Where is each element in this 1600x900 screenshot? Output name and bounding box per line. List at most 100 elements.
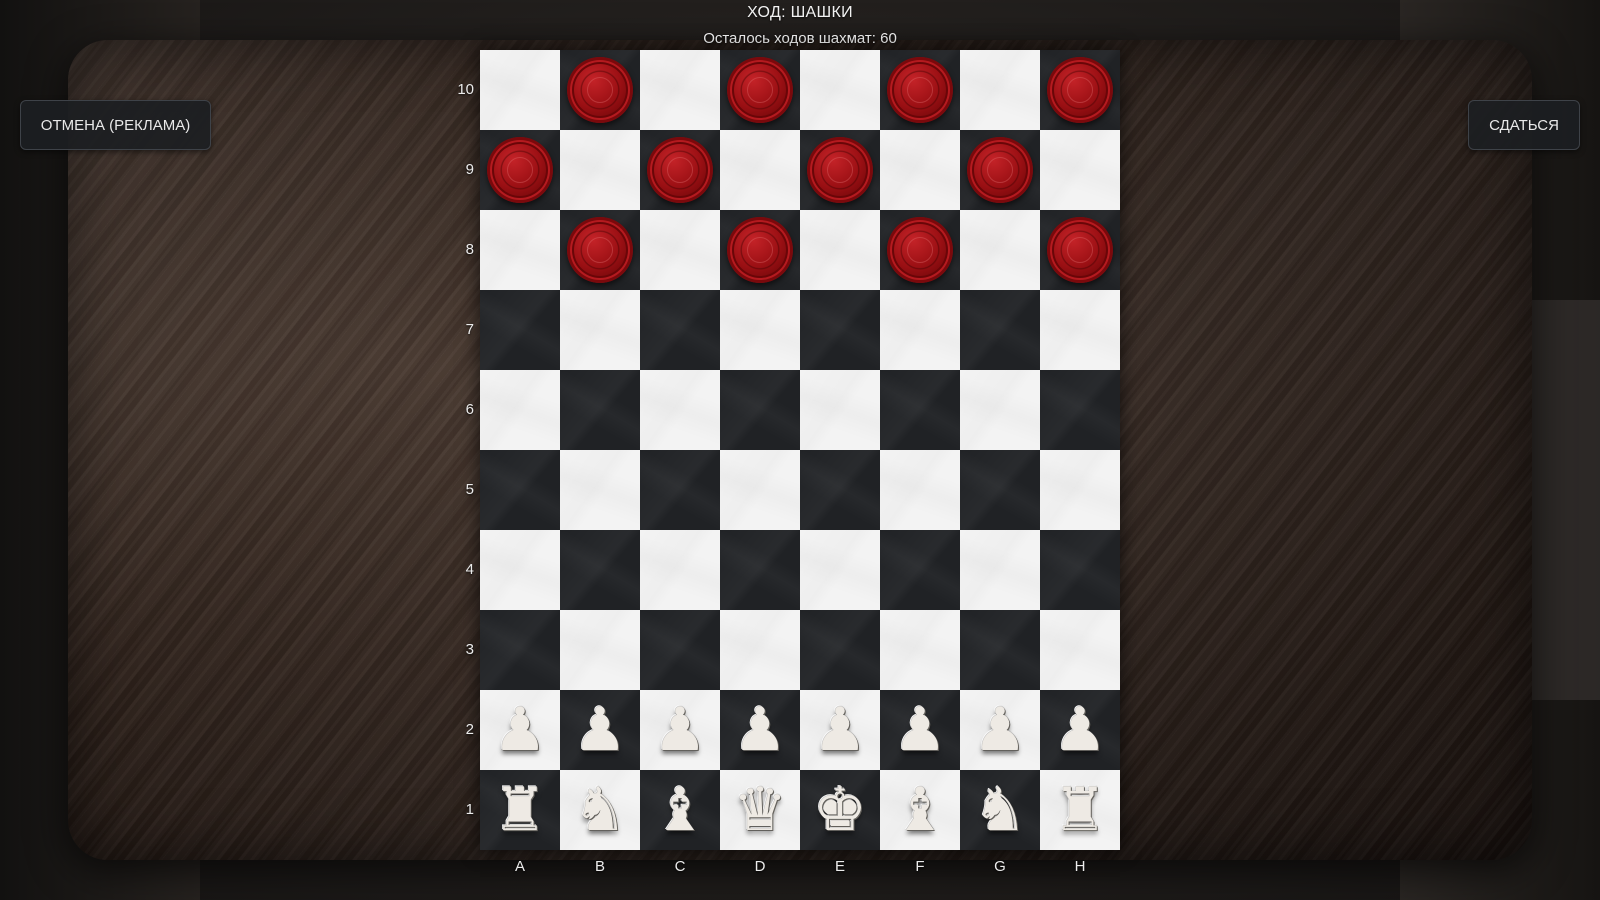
white-pawn[interactable]: ♟ bbox=[493, 700, 547, 760]
square-h5[interactable] bbox=[1040, 450, 1120, 530]
square-h9[interactable] bbox=[1040, 130, 1120, 210]
square-c10[interactable] bbox=[640, 50, 720, 130]
square-h2[interactable]: ♟ bbox=[1040, 690, 1120, 770]
square-a6[interactable] bbox=[480, 370, 560, 450]
square-g4[interactable] bbox=[960, 530, 1040, 610]
square-d9[interactable] bbox=[720, 130, 800, 210]
square-b3[interactable] bbox=[560, 610, 640, 690]
square-e10[interactable] bbox=[800, 50, 880, 130]
red-checker[interactable] bbox=[967, 137, 1033, 203]
square-g9[interactable] bbox=[960, 130, 1040, 210]
square-d8[interactable] bbox=[720, 210, 800, 290]
square-g6[interactable] bbox=[960, 370, 1040, 450]
square-d4[interactable] bbox=[720, 530, 800, 610]
square-e2[interactable]: ♟ bbox=[800, 690, 880, 770]
square-h8[interactable] bbox=[1040, 210, 1120, 290]
square-a7[interactable] bbox=[480, 290, 560, 370]
square-c8[interactable] bbox=[640, 210, 720, 290]
square-c1[interactable]: ♝ bbox=[640, 770, 720, 850]
square-h4[interactable] bbox=[1040, 530, 1120, 610]
white-rook[interactable]: ♜ bbox=[1053, 780, 1107, 840]
square-b5[interactable] bbox=[560, 450, 640, 530]
square-b1[interactable]: ♞ bbox=[560, 770, 640, 850]
square-f8[interactable] bbox=[880, 210, 960, 290]
square-c7[interactable] bbox=[640, 290, 720, 370]
square-e7[interactable] bbox=[800, 290, 880, 370]
red-checker[interactable] bbox=[1047, 217, 1113, 283]
square-a8[interactable] bbox=[480, 210, 560, 290]
square-a1[interactable]: ♜ bbox=[480, 770, 560, 850]
square-a2[interactable]: ♟ bbox=[480, 690, 560, 770]
game-board[interactable]: ♟ ♟ ♟ ♟ ♟ ♟ ♟ ♟ ♜ ♞ ♝ ♛ ♚ ♝ ♞ ♜ bbox=[480, 50, 1120, 850]
undo-ad-button[interactable]: ОТМЕНА (РЕКЛАМА) bbox=[20, 100, 211, 150]
white-pawn[interactable]: ♟ bbox=[733, 700, 787, 760]
square-f3[interactable] bbox=[880, 610, 960, 690]
square-g8[interactable] bbox=[960, 210, 1040, 290]
square-d6[interactable] bbox=[720, 370, 800, 450]
white-knight[interactable]: ♞ bbox=[573, 780, 627, 840]
square-d7[interactable] bbox=[720, 290, 800, 370]
red-checker[interactable] bbox=[807, 137, 873, 203]
square-h1[interactable]: ♜ bbox=[1040, 770, 1120, 850]
square-e9[interactable] bbox=[800, 130, 880, 210]
square-d5[interactable] bbox=[720, 450, 800, 530]
square-f9[interactable] bbox=[880, 130, 960, 210]
square-f10[interactable] bbox=[880, 50, 960, 130]
white-pawn[interactable]: ♟ bbox=[973, 700, 1027, 760]
red-checker[interactable] bbox=[567, 57, 633, 123]
square-e4[interactable] bbox=[800, 530, 880, 610]
square-h3[interactable] bbox=[1040, 610, 1120, 690]
square-d2[interactable]: ♟ bbox=[720, 690, 800, 770]
red-checker[interactable] bbox=[1047, 57, 1113, 123]
square-c3[interactable] bbox=[640, 610, 720, 690]
white-pawn[interactable]: ♟ bbox=[1053, 700, 1107, 760]
square-e1[interactable]: ♚ bbox=[800, 770, 880, 850]
red-checker[interactable] bbox=[727, 57, 793, 123]
square-f5[interactable] bbox=[880, 450, 960, 530]
square-e5[interactable] bbox=[800, 450, 880, 530]
square-b2[interactable]: ♟ bbox=[560, 690, 640, 770]
resign-button[interactable]: СДАТЬСЯ bbox=[1468, 100, 1580, 150]
square-b7[interactable] bbox=[560, 290, 640, 370]
square-c5[interactable] bbox=[640, 450, 720, 530]
square-h7[interactable] bbox=[1040, 290, 1120, 370]
square-c4[interactable] bbox=[640, 530, 720, 610]
square-d1[interactable]: ♛ bbox=[720, 770, 800, 850]
white-knight[interactable]: ♞ bbox=[973, 780, 1027, 840]
red-checker[interactable] bbox=[647, 137, 713, 203]
red-checker[interactable] bbox=[887, 217, 953, 283]
white-pawn[interactable]: ♟ bbox=[653, 700, 707, 760]
square-a9[interactable] bbox=[480, 130, 560, 210]
red-checker[interactable] bbox=[487, 137, 553, 203]
square-f4[interactable] bbox=[880, 530, 960, 610]
square-b9[interactable] bbox=[560, 130, 640, 210]
square-g5[interactable] bbox=[960, 450, 1040, 530]
square-c6[interactable] bbox=[640, 370, 720, 450]
square-g2[interactable]: ♟ bbox=[960, 690, 1040, 770]
white-rook[interactable]: ♜ bbox=[493, 780, 547, 840]
square-b6[interactable] bbox=[560, 370, 640, 450]
square-e6[interactable] bbox=[800, 370, 880, 450]
square-g1[interactable]: ♞ bbox=[960, 770, 1040, 850]
square-b10[interactable] bbox=[560, 50, 640, 130]
square-g7[interactable] bbox=[960, 290, 1040, 370]
square-a4[interactable] bbox=[480, 530, 560, 610]
square-f7[interactable] bbox=[880, 290, 960, 370]
red-checker[interactable] bbox=[887, 57, 953, 123]
square-h6[interactable] bbox=[1040, 370, 1120, 450]
red-checker[interactable] bbox=[567, 217, 633, 283]
square-d10[interactable] bbox=[720, 50, 800, 130]
square-b8[interactable] bbox=[560, 210, 640, 290]
square-f1[interactable]: ♝ bbox=[880, 770, 960, 850]
white-queen[interactable]: ♛ bbox=[733, 780, 787, 840]
white-pawn[interactable]: ♟ bbox=[893, 700, 947, 760]
white-bishop[interactable]: ♝ bbox=[893, 780, 947, 840]
square-g10[interactable] bbox=[960, 50, 1040, 130]
square-d3[interactable] bbox=[720, 610, 800, 690]
square-a3[interactable] bbox=[480, 610, 560, 690]
square-g3[interactable] bbox=[960, 610, 1040, 690]
square-c2[interactable]: ♟ bbox=[640, 690, 720, 770]
square-a5[interactable] bbox=[480, 450, 560, 530]
square-a10[interactable] bbox=[480, 50, 560, 130]
square-f6[interactable] bbox=[880, 370, 960, 450]
